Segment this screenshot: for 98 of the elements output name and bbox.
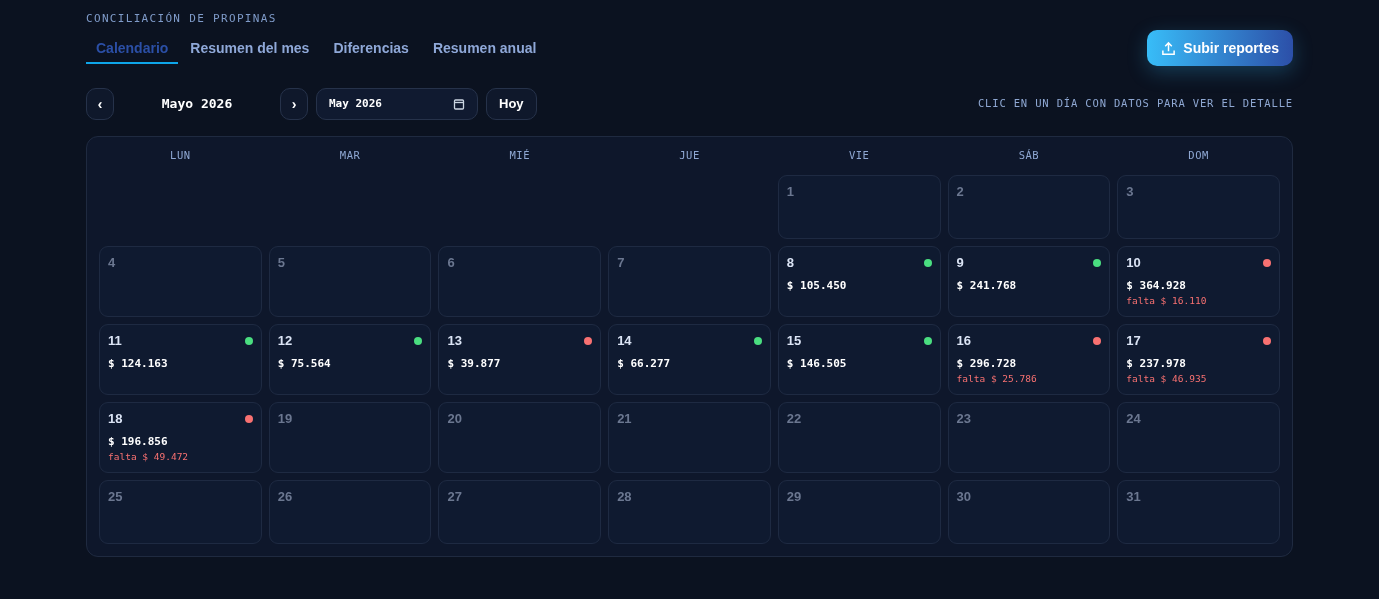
day-cell[interactable]: 19 — [268, 402, 432, 473]
day-cell[interactable]: 21 — [608, 402, 771, 473]
upload-button[interactable]: Subir reportes — [1147, 30, 1293, 66]
day-number: 30 — [956, 489, 973, 505]
day-cell[interactable]: 29 — [777, 480, 941, 544]
weekday-label: MAR — [338, 148, 362, 164]
day-number: 25 — [108, 489, 124, 505]
day-number: 18 — [108, 411, 124, 427]
amount-text: $ 196.856 — [108, 435, 169, 449]
day-number: 10 — [1126, 255, 1142, 271]
amount-text: $ 146.505 — [786, 357, 848, 371]
tab[interactable]: Resumen anual — [420, 34, 549, 64]
tab[interactable]: Resumen del mes — [178, 34, 322, 64]
day-cell[interactable]: 2 — [947, 175, 1111, 239]
amount-text: $ 66.277 — [617, 357, 672, 371]
day-cell[interactable]: 22 — [777, 402, 941, 473]
amount-text: $ 237.978 — [1126, 357, 1187, 371]
weekday-label: JUE — [678, 148, 701, 164]
day-number: 14 — [617, 333, 633, 349]
day-cell[interactable]: 10 $ 364.928 falta $ 16.110 — [1117, 246, 1280, 317]
day-cell[interactable]: 1 — [777, 175, 941, 239]
day-number: 27 — [447, 489, 463, 505]
day-number: 8 — [786, 255, 796, 271]
day-number: 9 — [956, 255, 965, 271]
day-cell[interactable]: 27 — [438, 480, 602, 544]
day-cell[interactable]: 13 $ 39.877 — [438, 324, 602, 395]
day-cell[interactable]: 25 — [99, 480, 262, 544]
amount-text: $ 75.564 — [277, 357, 332, 371]
day-number: 17 — [1126, 333, 1142, 349]
amount-text: $ 124.163 — [108, 357, 169, 371]
amount-text: $ 241.768 — [956, 279, 1018, 293]
missing-amount-text: falta $ 16.110 — [1126, 295, 1208, 307]
day-number: 24 — [1126, 411, 1142, 427]
day-cell[interactable]: 18 $ 196.856 falta $ 49.472 — [99, 402, 262, 473]
day-number: 15 — [786, 333, 803, 349]
missing-amount-text: falta $ 25.786 — [956, 373, 1038, 385]
today-button[interactable]: Hoy — [486, 88, 537, 120]
day-cell[interactable]: 11 $ 124.163 — [99, 324, 262, 395]
day-number: 12 — [277, 333, 294, 349]
missing-amount-text: falta $ 49.472 — [108, 451, 190, 463]
day-number: 6 — [447, 255, 456, 271]
day-number: 16 — [956, 333, 973, 349]
missing-amount-text: falta $ 46.935 — [1126, 373, 1208, 385]
day-number: 13 — [447, 333, 463, 349]
weekday-label: VIE — [847, 148, 871, 164]
month-title: Mayo 2026 — [160, 95, 234, 114]
amount-text: $ 105.450 — [786, 279, 848, 293]
weekday-label: MIÉ — [508, 148, 532, 164]
day-cell[interactable]: 20 — [438, 402, 602, 473]
day-number: 11 — [108, 333, 123, 349]
amount-text: $ 296.728 — [956, 357, 1018, 371]
day-cell[interactable]: 3 — [1117, 175, 1280, 239]
day-number: 23 — [956, 411, 973, 427]
day-number: 31 — [1126, 489, 1142, 505]
day-number: 29 — [786, 489, 803, 505]
day-number: 20 — [447, 411, 463, 427]
day-number: 2 — [956, 184, 965, 200]
day-cell[interactable]: 26 — [268, 480, 432, 544]
weekday-label: SÁB — [1017, 148, 1041, 164]
calendar-icon — [453, 98, 465, 110]
day-cell[interactable]: 31 — [1117, 480, 1280, 544]
hint-text: CLIC EN UN DÍA CON DATOS PARA VER EL DETALLE — [977, 96, 1293, 112]
weekday-label: LUN — [169, 148, 192, 164]
day-cell[interactable]: 12 $ 75.564 — [268, 324, 432, 395]
day-cell[interactable]: 9 $ 241.768 — [947, 246, 1111, 317]
day-cell[interactable]: 8 $ 105.450 — [777, 246, 941, 317]
day-cell[interactable]: 4 — [99, 246, 262, 317]
day-cell[interactable]: 5 — [268, 246, 432, 317]
day-cell[interactable]: 7 — [608, 246, 771, 317]
day-number: 7 — [617, 255, 626, 271]
page-eyebrow: CONCILIACIÓN DE PROPINAS — [86, 12, 278, 26]
day-cell[interactable]: 6 — [438, 246, 602, 317]
day-cell[interactable]: 15 $ 146.505 — [777, 324, 941, 395]
previous-month-button[interactable]: ‹ — [86, 88, 114, 120]
day-number: 28 — [617, 489, 633, 505]
month-input-field[interactable]: May 2026 — [316, 88, 478, 120]
day-cell[interactable]: 30 — [947, 480, 1111, 544]
next-month-button[interactable]: › — [280, 88, 308, 120]
day-cell[interactable]: 24 — [1117, 402, 1280, 473]
day-cell[interactable]: 17 $ 237.978 falta $ 46.935 — [1117, 324, 1280, 395]
amount-text: $ 39.877 — [447, 357, 502, 371]
day-number: 1 — [786, 184, 796, 200]
tab[interactable]: Calendario — [86, 34, 179, 64]
day-number: 4 — [108, 255, 117, 271]
day-cell[interactable]: 16 $ 296.728 falta $ 25.786 — [947, 324, 1111, 395]
day-number: 26 — [277, 489, 294, 505]
day-cell[interactable]: 28 — [608, 480, 771, 544]
tab[interactable]: Diferencias — [321, 34, 421, 64]
day-cell[interactable]: 14 $ 66.277 — [608, 324, 771, 395]
weekday-label: DOM — [1187, 148, 1210, 164]
amount-text: $ 364.928 — [1126, 279, 1187, 293]
day-number: 21 — [617, 411, 633, 427]
day-number: 22 — [786, 411, 803, 427]
upload-icon — [1161, 40, 1177, 56]
day-number: 19 — [277, 411, 294, 427]
day-cell[interactable]: 23 — [947, 402, 1111, 473]
day-number: 5 — [277, 255, 286, 271]
day-number: 3 — [1126, 184, 1135, 200]
